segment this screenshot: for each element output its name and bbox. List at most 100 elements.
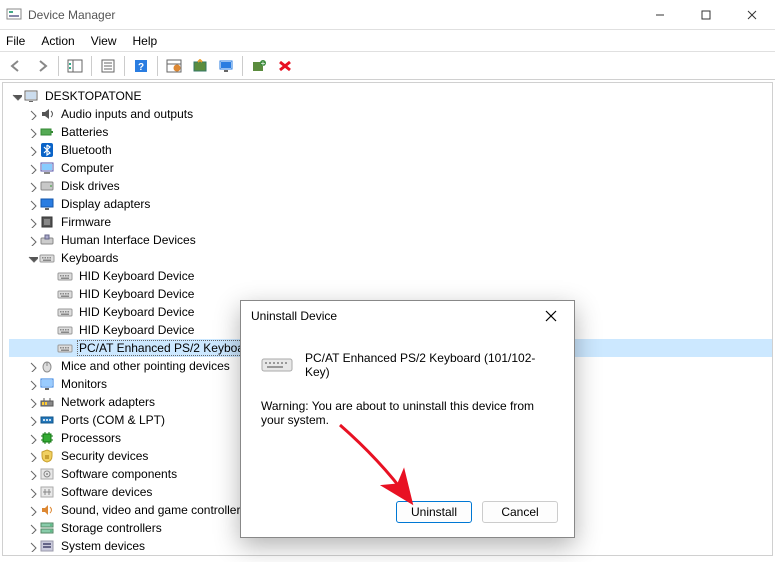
chevron-icon[interactable] xyxy=(25,179,39,193)
firmware-icon xyxy=(39,214,55,230)
keyboard-icon xyxy=(261,355,293,375)
uninstall-dialog: Uninstall Device PC/AT Enhanced PS/2 Key… xyxy=(240,300,575,538)
forward-button[interactable] xyxy=(30,54,54,78)
dialog-warning-text: Warning: You are about to uninstall this… xyxy=(261,399,558,427)
chevron-icon[interactable] xyxy=(25,107,39,121)
tree-category[interactable]: Human Interface Devices xyxy=(9,231,772,249)
titlebar: Device Manager xyxy=(0,0,775,30)
toolbar-separator xyxy=(157,56,158,76)
tree-category-label: Display adapters xyxy=(59,197,152,211)
toolbar-separator xyxy=(242,56,243,76)
battery-icon xyxy=(39,124,55,140)
computer-icon xyxy=(23,88,39,104)
tree-category[interactable]: Batteries xyxy=(9,123,772,141)
tree-category-label: Disk drives xyxy=(59,179,122,193)
menubar: File Action View Help xyxy=(0,30,775,52)
disk-icon xyxy=(39,178,55,194)
dialog-close-button[interactable] xyxy=(536,301,566,331)
cpu-icon xyxy=(39,430,55,446)
swcomp-icon xyxy=(39,466,55,482)
tree-category[interactable]: Audio inputs and outputs xyxy=(9,105,772,123)
chevron-icon[interactable] xyxy=(9,89,23,103)
back-button[interactable] xyxy=(4,54,28,78)
window-title: Device Manager xyxy=(28,8,637,22)
computer-icon xyxy=(39,160,55,176)
close-button[interactable] xyxy=(729,0,775,30)
chevron-icon[interactable] xyxy=(25,377,39,391)
toolbar-separator xyxy=(58,56,59,76)
chevron-icon[interactable] xyxy=(25,395,39,409)
tree-category-label: Human Interface Devices xyxy=(59,233,198,247)
keyboard-icon xyxy=(57,340,73,356)
tree-category[interactable]: Computer xyxy=(9,159,772,177)
tree-device-label: PC/AT Enhanced PS/2 Keyboar… xyxy=(77,340,262,356)
tree-category-label: System devices xyxy=(59,539,147,553)
uninstall-device-button[interactable] xyxy=(273,54,297,78)
chevron-icon[interactable] xyxy=(25,467,39,481)
tree-device[interactable]: HID Keyboard Device xyxy=(9,267,772,285)
chevron-icon[interactable] xyxy=(25,449,39,463)
minimize-button[interactable] xyxy=(637,0,683,30)
chevron-icon[interactable] xyxy=(25,143,39,157)
keyboard-icon xyxy=(57,322,73,338)
help-button[interactable]: ? xyxy=(129,54,153,78)
chevron-icon[interactable] xyxy=(25,431,39,445)
chevron-icon[interactable] xyxy=(25,521,39,535)
tree-category-label: Computer xyxy=(59,161,116,175)
keyboard-icon xyxy=(39,250,55,266)
tree-device-label: HID Keyboard Device xyxy=(77,323,196,337)
chevron-icon[interactable] xyxy=(25,251,39,265)
properties-button[interactable] xyxy=(96,54,120,78)
hid-icon xyxy=(39,232,55,248)
tree-category[interactable]: Keyboards xyxy=(9,249,772,267)
uninstall-button[interactable]: Uninstall xyxy=(396,501,472,523)
tree-category-label: Security devices xyxy=(59,449,150,463)
dialog-title-text: Uninstall Device xyxy=(251,309,536,323)
tree-category[interactable]: System devices xyxy=(9,537,772,555)
toolbar: ? + xyxy=(0,52,775,80)
display-icon xyxy=(39,196,55,212)
tree-category-label: Audio inputs and outputs xyxy=(59,107,195,121)
tree-category-label: Network adapters xyxy=(59,395,157,409)
tree-device-label: HID Keyboard Device xyxy=(77,287,196,301)
chevron-icon[interactable] xyxy=(25,233,39,247)
monitor-button[interactable] xyxy=(214,54,238,78)
tree-category-label: Sound, video and game controllers xyxy=(59,503,248,517)
menu-file[interactable]: File xyxy=(6,34,25,48)
menu-help[interactable]: Help xyxy=(133,34,158,48)
tree-category[interactable]: Disk drives xyxy=(9,177,772,195)
cancel-button[interactable]: Cancel xyxy=(482,501,558,523)
update-driver-button[interactable] xyxy=(188,54,212,78)
show-hide-console-button[interactable] xyxy=(63,54,87,78)
toolbar-separator xyxy=(91,56,92,76)
monitor-icon xyxy=(39,376,55,392)
chevron-icon[interactable] xyxy=(25,215,39,229)
tree-category-label: Processors xyxy=(59,431,123,445)
tree-category-label: Storage controllers xyxy=(59,521,164,535)
tree-category[interactable]: Bluetooth xyxy=(9,141,772,159)
storage-icon xyxy=(39,520,55,536)
tree-root-label: DESKTOPATONE xyxy=(43,89,143,103)
chevron-icon[interactable] xyxy=(25,485,39,499)
scan-hardware-button[interactable] xyxy=(162,54,186,78)
menu-action[interactable]: Action xyxy=(41,34,74,48)
tree-root[interactable]: DESKTOPATONE xyxy=(9,87,772,105)
tree-category[interactable]: Display adapters xyxy=(9,195,772,213)
device-manager-icon xyxy=(6,7,22,23)
dialog-body: PC/AT Enhanced PS/2 Keyboard (101/102-Ke… xyxy=(241,331,574,461)
add-driver-button[interactable]: + xyxy=(247,54,271,78)
tree-category[interactable]: Firmware xyxy=(9,213,772,231)
chevron-icon[interactable] xyxy=(25,125,39,139)
chevron-icon[interactable] xyxy=(25,161,39,175)
chevron-icon[interactable] xyxy=(25,413,39,427)
chevron-icon[interactable] xyxy=(25,197,39,211)
tree-category-label: Bluetooth xyxy=(59,143,114,157)
maximize-button[interactable] xyxy=(683,0,729,30)
chevron-icon[interactable] xyxy=(25,539,39,553)
menu-view[interactable]: View xyxy=(91,34,117,48)
tree-category-label: Software devices xyxy=(59,485,154,499)
tree-category-label: Ports (COM & LPT) xyxy=(59,413,167,427)
chevron-icon[interactable] xyxy=(25,503,39,517)
tree-category-label: Monitors xyxy=(59,377,109,391)
chevron-icon[interactable] xyxy=(25,359,39,373)
